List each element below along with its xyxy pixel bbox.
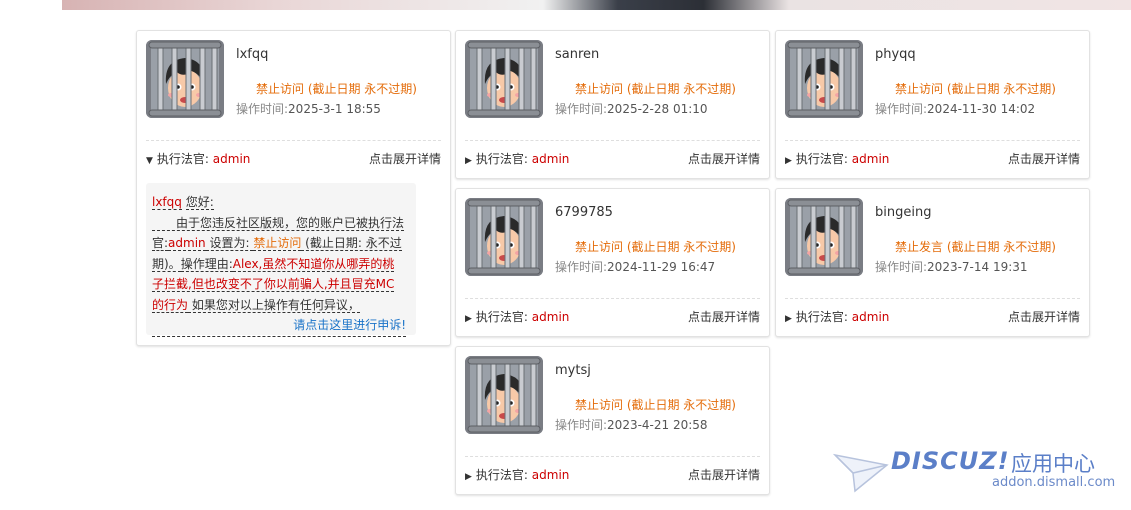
jailed-user-avatar-icon <box>146 40 224 118</box>
jailed-user-avatar-icon <box>465 40 543 118</box>
expand-details-link[interactable]: 点击展开详情 <box>369 150 441 167</box>
ban-status: 禁止访问 (截止日期 永不过期) <box>256 82 417 96</box>
operation-time: 操作时间:2024-11-30 14:02 <box>875 102 1036 116</box>
discuz-watermark: DISCUZ! 应用中心 addon.dismall.com <box>833 445 1123 495</box>
ban-card: mytsj 禁止访问 (截止日期 永不过期) 操作时间:2023-4-21 20… <box>455 346 770 495</box>
operation-time: 操作时间:2025-2-28 01:10 <box>555 102 708 116</box>
paper-plane-icon <box>833 453 889 493</box>
detail-greeting: 您好: <box>185 195 214 210</box>
judge-label: 执行法官: <box>795 152 848 166</box>
judge-label: 执行法官: <box>475 310 528 324</box>
operation-time: 操作时间:2023-7-14 19:31 <box>875 260 1028 274</box>
judge-label: 执行法官: <box>795 310 848 324</box>
expand-arrow-icon[interactable]: ▶ <box>785 314 792 324</box>
card-footer: ▶ 执行法官: admin 点击展开详情 <box>465 150 760 166</box>
watermark-center: 应用中心 <box>1011 452 1095 476</box>
ban-card: phyqq 禁止访问 (截止日期 永不过期) 操作时间:2024-11-30 1… <box>775 30 1090 179</box>
ban-detail-text: lxfqq 您好: 由于您违反社区版规，您的账户已被执行法官:admin 设置为… <box>152 192 406 337</box>
watermark-url: addon.dismall.com <box>992 475 1116 490</box>
card-footer: ▶ 执行法官: admin 点击展开详情 <box>465 308 760 324</box>
ban-card: bingeing 禁止发言 (截止日期 永不过期) 操作时间:2023-7-14… <box>775 188 1090 337</box>
judge-name[interactable]: admin <box>532 152 570 166</box>
card-footer: ▶ 执行法官: admin 点击展开详情 <box>785 308 1080 324</box>
expand-arrow-icon[interactable]: ▶ <box>465 314 472 324</box>
detail-judge[interactable]: admin <box>168 236 206 251</box>
jailed-user-avatar-icon <box>465 356 543 434</box>
divider <box>785 298 1080 299</box>
divider <box>785 140 1080 141</box>
detail-set-as: 设置为: <box>205 236 254 251</box>
expand-details-link[interactable]: 点击展开详情 <box>688 150 760 167</box>
appeal-link[interactable]: 请点击这里进行申诉! <box>152 315 406 337</box>
jailed-user-avatar-icon <box>785 40 863 118</box>
expand-arrow-icon[interactable]: ▶ <box>465 472 472 482</box>
expand-details-link[interactable]: 点击展开详情 <box>1008 308 1080 325</box>
ban-status: 禁止访问 (截止日期 永不过期) <box>575 82 736 96</box>
expand-arrow-icon[interactable]: ▶ <box>785 156 792 166</box>
divider <box>465 140 760 141</box>
username[interactable]: sanren <box>555 47 599 62</box>
judge-name[interactable]: admin <box>532 310 570 324</box>
judge-label: 执行法官: <box>475 152 528 166</box>
detail-tail: 如果您对以上操作有任何异议， <box>188 297 360 313</box>
jailed-user-avatar-icon <box>465 198 543 276</box>
judge-name[interactable]: admin <box>852 152 890 166</box>
card-footer: ▼ 执行法官: admin 点击展开详情 <box>146 150 441 166</box>
detail-action: 禁止访问 <box>253 236 302 251</box>
card-footer: ▶ 执行法官: admin 点击展开详情 <box>785 150 1080 166</box>
username[interactable]: mytsj <box>555 363 591 378</box>
judge-label: 执行法官: <box>156 152 209 166</box>
ban-status: 禁止访问 (截止日期 永不过期) <box>895 82 1056 96</box>
judge-name[interactable]: admin <box>532 468 570 482</box>
divider <box>465 456 760 457</box>
divider <box>146 140 441 141</box>
operation-time: 操作时间:2023-4-21 20:58 <box>555 418 708 432</box>
ban-card: lxfqq 禁止访问 (截止日期 永不过期) 操作时间:2025-3-1 18:… <box>136 30 451 346</box>
ban-card: sanren 禁止访问 (截止日期 永不过期) 操作时间:2025-2-28 0… <box>455 30 770 179</box>
judge-label: 执行法官: <box>475 468 528 482</box>
expand-arrow-icon[interactable]: ▶ <box>465 156 472 166</box>
username[interactable]: 6799785 <box>555 205 613 220</box>
username[interactable]: phyqq <box>875 47 916 62</box>
operation-time: 操作时间:2024-11-29 16:47 <box>555 260 716 274</box>
card-footer: ▶ 执行法官: admin 点击展开详情 <box>465 466 760 482</box>
ban-detail-panel: lxfqq 您好: 由于您违反社区版规，您的账户已被执行法官:admin 设置为… <box>146 183 416 337</box>
detail-username[interactable]: lxfqq <box>152 195 182 210</box>
judge-name[interactable]: admin <box>852 310 890 324</box>
top-banner-image <box>62 0 1131 10</box>
expand-details-link[interactable]: 点击展开详情 <box>688 466 760 483</box>
ban-status: 禁止发言 (截止日期 永不过期) <box>895 240 1056 254</box>
ban-status: 禁止访问 (截止日期 永不过期) <box>575 240 736 254</box>
operation-time: 操作时间:2025-3-1 18:55 <box>236 102 381 116</box>
username[interactable]: bingeing <box>875 205 931 220</box>
jailed-user-avatar-icon <box>785 198 863 276</box>
ban-card: 6799785 禁止访问 (截止日期 永不过期) 操作时间:2024-11-29… <box>455 188 770 337</box>
username[interactable]: lxfqq <box>236 47 268 62</box>
judge-name[interactable]: admin <box>213 152 251 166</box>
collapse-arrow-icon[interactable]: ▼ <box>146 156 153 166</box>
expand-details-link[interactable]: 点击展开详情 <box>688 308 760 325</box>
ban-status: 禁止访问 (截止日期 永不过期) <box>575 398 736 412</box>
watermark-brand: DISCUZ! <box>891 447 1010 475</box>
detail-reason-label: 操作理由: <box>180 256 233 272</box>
divider <box>465 298 760 299</box>
expand-details-link[interactable]: 点击展开详情 <box>1008 150 1080 167</box>
